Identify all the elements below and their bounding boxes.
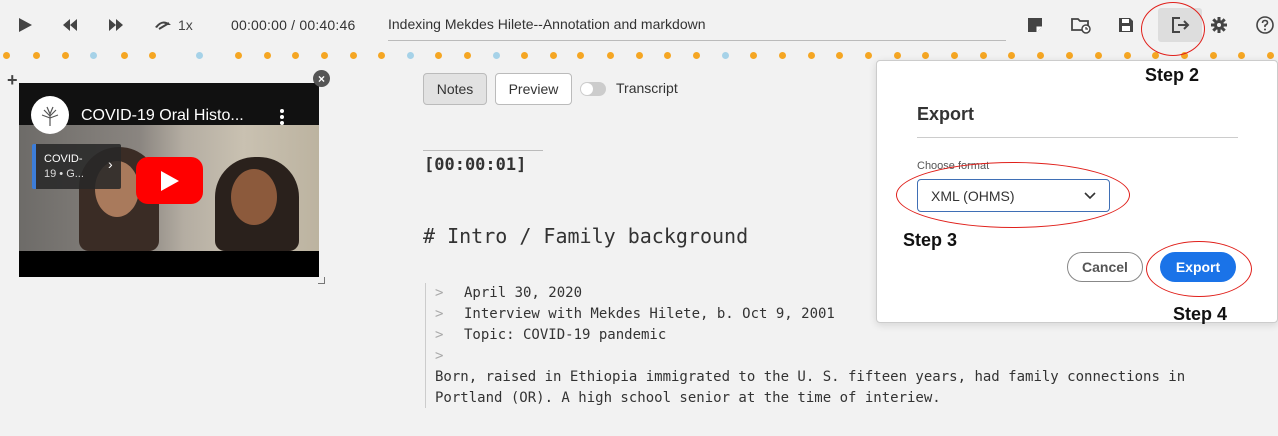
play-icon[interactable] xyxy=(12,12,38,38)
annotation-ring-step2 xyxy=(1141,2,1205,56)
channel-logo[interactable] xyxy=(31,96,69,134)
video-title[interactable]: COVID-19 Oral Histo... xyxy=(81,107,244,125)
quote-text: Interview with Mekdes Hilete, b. Oct 9, … xyxy=(464,306,835,322)
fast-forward-icon[interactable] xyxy=(103,12,129,38)
timeline-marker[interactable] xyxy=(922,52,929,59)
annotation-ring-step4 xyxy=(1146,241,1252,297)
tab-preview[interactable]: Preview xyxy=(495,73,572,105)
youtube-play-button[interactable] xyxy=(136,157,203,204)
annotation-step2: Step 2 xyxy=(1145,65,1200,85)
timeline-marker[interactable] xyxy=(1210,52,1217,59)
video-person-2-face xyxy=(231,169,277,225)
timeline-marker[interactable] xyxy=(1238,52,1245,59)
annotation-step3: Step 3 xyxy=(903,230,958,250)
timeline-marker[interactable] xyxy=(1124,52,1131,59)
quote-text: April 30, 2020 xyxy=(464,285,583,301)
timeline-marker[interactable] xyxy=(693,52,700,59)
rewind-icon[interactable] xyxy=(57,12,83,38)
timeline-marker[interactable] xyxy=(894,52,901,59)
section-heading[interactable]: # Intro / Family background xyxy=(423,224,748,248)
toolbar: 1x 00:00:00 / 00:40:46 Indexing Mekdes H… xyxy=(0,0,1278,50)
save-icon[interactable] xyxy=(1113,12,1139,38)
timeline-marker[interactable] xyxy=(750,52,757,59)
timeline-marker[interactable] xyxy=(149,52,156,59)
quote-marker: > xyxy=(435,285,444,301)
close-icon[interactable]: × xyxy=(313,70,330,87)
timeline-marker[interactable] xyxy=(3,52,10,59)
timeline-marker[interactable] xyxy=(521,52,528,59)
timeline-marker[interactable] xyxy=(321,52,328,59)
timeline-marker[interactable] xyxy=(577,52,584,59)
paragraph-line[interactable]: Portland (OR). A high school senior at t… xyxy=(435,390,941,406)
timeline-marker[interactable] xyxy=(836,52,843,59)
timeline-marker[interactable] xyxy=(235,52,242,59)
timeline-marker[interactable] xyxy=(196,52,203,59)
quote-line[interactable]: > April 30, 2020 xyxy=(435,285,582,301)
help-icon[interactable] xyxy=(1252,12,1278,38)
video-menu-icon[interactable] xyxy=(275,107,289,127)
timeline-marker[interactable] xyxy=(722,52,729,59)
timeline-marker[interactable] xyxy=(493,52,500,59)
quote-marker: > xyxy=(435,327,444,343)
open-folder-icon[interactable] xyxy=(1068,12,1094,38)
timeline-marker[interactable] xyxy=(550,52,557,59)
timeline-marker[interactable] xyxy=(90,52,97,59)
timeline-marker[interactable] xyxy=(865,52,872,59)
timeline-marker[interactable] xyxy=(62,52,69,59)
annotation-step4: Step 4 xyxy=(1173,304,1228,324)
paragraph-line[interactable]: Born, raised in Ethiopia immigrated to t… xyxy=(435,369,1185,385)
timeline-marker[interactable] xyxy=(1267,52,1274,59)
timeline-marker[interactable] xyxy=(407,52,414,59)
blockquote-bar xyxy=(425,283,426,408)
timeline-marker[interactable] xyxy=(292,52,299,59)
timeline-marker[interactable] xyxy=(636,52,643,59)
timeline-marker[interactable] xyxy=(121,52,128,59)
video-player[interactable]: COVID-19 Oral Histo... COVID- 19 • G... … xyxy=(19,83,319,277)
quote-line[interactable]: > Topic: COVID-19 pandemic xyxy=(435,327,666,343)
quote-marker: > xyxy=(435,348,444,364)
quote-line[interactable]: > Interview with Mekdes Hilete, b. Oct 9,… xyxy=(435,306,835,322)
transcript-toggle[interactable] xyxy=(580,82,606,96)
chevron-right-icon: › xyxy=(108,156,113,172)
video-card-line1: COVID- xyxy=(44,153,83,165)
timeline-marker[interactable] xyxy=(951,52,958,59)
timeline-marker[interactable] xyxy=(1037,52,1044,59)
toggle-knob xyxy=(581,83,593,95)
timeline-marker[interactable] xyxy=(33,52,40,59)
timestamp-rule xyxy=(423,150,543,151)
resize-handle[interactable] xyxy=(318,277,325,284)
timeline-marker[interactable] xyxy=(607,52,614,59)
timeline-marker[interactable] xyxy=(350,52,357,59)
timeline-marker[interactable] xyxy=(980,52,987,59)
timeline-marker[interactable] xyxy=(264,52,271,59)
timeline-marker[interactable] xyxy=(1008,52,1015,59)
timeline-marker[interactable] xyxy=(779,52,786,59)
settings-icon[interactable] xyxy=(1206,12,1232,38)
transcript-label: Transcript xyxy=(616,80,678,96)
quote-marker: > xyxy=(435,306,444,322)
timeline-marker[interactable] xyxy=(1066,52,1073,59)
annotation-ring-step3 xyxy=(896,162,1130,228)
dialog-title: Export xyxy=(917,104,975,124)
save-as-icon[interactable] xyxy=(1022,12,1048,38)
speed-icon[interactable] xyxy=(150,12,176,38)
timecode: 00:00:00 / 00:40:46 xyxy=(231,17,356,33)
plus-icon[interactable]: + xyxy=(7,70,18,91)
quote-text: Topic: COVID-19 pandemic xyxy=(464,327,667,343)
timeline-marker[interactable] xyxy=(378,52,385,59)
cancel-button[interactable]: Cancel xyxy=(1067,252,1143,282)
timeline-marker[interactable] xyxy=(464,52,471,59)
timeline-marker[interactable] xyxy=(435,52,442,59)
video-card-line2: 19 • G... xyxy=(44,168,84,180)
quote-line[interactable]: > xyxy=(435,348,464,364)
timeline-marker[interactable] xyxy=(1095,52,1102,59)
video-card[interactable]: COVID- 19 • G... › xyxy=(32,144,121,189)
dialog-divider xyxy=(917,137,1238,138)
timestamp[interactable]: [00:00:01] xyxy=(424,155,526,175)
timeline-marker[interactable] xyxy=(664,52,671,59)
timeline-marker[interactable] xyxy=(808,52,815,59)
project-title-input[interactable]: Indexing Mekdes Hilete--Annotation and m… xyxy=(388,10,1006,41)
tab-notes[interactable]: Notes xyxy=(423,73,487,105)
playback-speed[interactable]: 1x xyxy=(178,17,193,33)
